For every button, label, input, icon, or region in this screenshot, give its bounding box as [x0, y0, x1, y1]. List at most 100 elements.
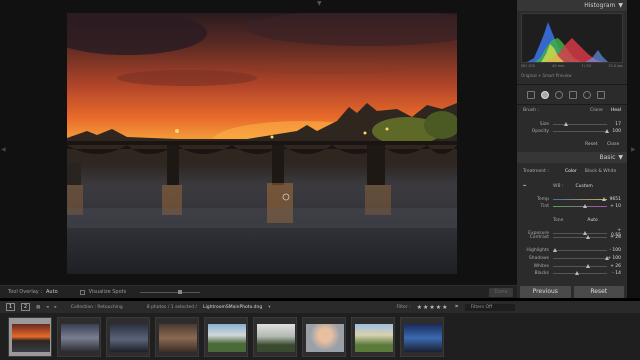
tone-slider-track[interactable]	[553, 235, 607, 239]
opacity-value[interactable]: 100	[607, 129, 621, 134]
histogram-collapse-icon[interactable]: ▼	[618, 2, 623, 9]
tone-slider-knob[interactable]	[604, 256, 609, 260]
temp-slider[interactable]	[553, 197, 607, 201]
done-button[interactable]: Done	[489, 288, 513, 297]
tint-value[interactable]: + 10	[607, 204, 621, 209]
visualize-spots-checkbox[interactable]	[79, 289, 85, 295]
filmstrip-thumb[interactable]	[400, 317, 444, 357]
brush-close-button[interactable]: Close	[607, 142, 619, 147]
filter-label: Filter :	[396, 304, 411, 310]
grid-view-icon[interactable]: ▦	[36, 305, 40, 310]
radial-filter-icon[interactable]	[583, 91, 591, 99]
previous-button[interactable]: Previous	[520, 286, 571, 298]
histogram-header[interactable]: Histogram ▼	[517, 0, 627, 11]
tint-slider[interactable]	[553, 204, 607, 208]
temp-label: Temp	[537, 197, 549, 202]
nav-back-icon[interactable]: ◂	[46, 305, 48, 310]
basic-header[interactable]: Basic ▼	[517, 152, 627, 163]
tone-slider-value[interactable]: - 14	[607, 271, 621, 276]
filename-dropdown-icon[interactable]: ▾	[268, 305, 270, 310]
tone-slider-track[interactable]	[553, 256, 609, 260]
treatment-bw-option[interactable]: Black & White	[585, 169, 617, 174]
tone-row: Tone Auto	[523, 218, 621, 223]
tone-slider-knob[interactable]	[586, 235, 591, 239]
thumb-image	[404, 324, 442, 352]
main-photo[interactable]	[67, 13, 457, 274]
photo-scene	[67, 13, 457, 228]
exif-aperture: f / 20	[581, 64, 591, 68]
tone-slider-row: Blacks - 14	[523, 271, 621, 276]
basic-collapse-icon[interactable]: ▼	[618, 154, 623, 161]
temp-slider-knob[interactable]	[601, 197, 606, 201]
tone-slider-track[interactable]	[553, 264, 607, 268]
filmstrip-thumb[interactable]	[57, 317, 101, 357]
tone-slider-knob[interactable]	[582, 230, 587, 235]
size-slider[interactable]	[553, 122, 607, 126]
right-panel-toggle-icon[interactable]: ▶	[631, 146, 636, 153]
tone-slider-track[interactable]	[553, 230, 607, 235]
thumb-image	[159, 324, 197, 352]
rating-filter-stars[interactable]: ★★★★★	[417, 304, 449, 311]
tone-auto-button[interactable]: Auto	[587, 218, 597, 223]
tone-slider-value[interactable]: + 28	[607, 235, 621, 240]
filter-preset-select[interactable]: Filters Off	[464, 303, 515, 311]
opacity-slider-knob[interactable]	[604, 129, 609, 133]
opacity-slider[interactable]	[553, 129, 609, 133]
tone-slider-label: Highlights	[526, 248, 549, 253]
tone-slider-track[interactable]	[553, 271, 607, 275]
filmstrip-header: 1 2 ▦ ◂ ▸ Collection : Retouching 8 phot…	[0, 301, 640, 313]
filmstrip-thumb[interactable]	[351, 317, 395, 357]
heal-option[interactable]: Heal	[611, 108, 621, 113]
histogram-title: Histogram	[584, 2, 616, 9]
eyedropper-icon[interactable]: ✒	[523, 184, 537, 189]
filmstrip-thumb[interactable]	[106, 317, 150, 357]
develop-right-panel: Histogram ▼ ISO 100 40 mm f / 20 13.0 se…	[517, 0, 627, 298]
flag-filter-icon[interactable]: ⚑	[455, 305, 459, 310]
temp-value[interactable]: 9651	[607, 197, 621, 202]
tool-overlay-label: Tool Overlay :	[8, 289, 43, 295]
tint-slider-knob[interactable]	[582, 204, 587, 208]
tone-slider-track[interactable]	[553, 248, 607, 252]
size-slider-knob[interactable]	[563, 122, 568, 126]
filmstrip-thumb[interactable]	[302, 317, 346, 357]
tone-slider-value[interactable]: + 26	[607, 264, 621, 269]
graduated-filter-icon[interactable]	[569, 91, 577, 99]
wb-select[interactable]: Custom	[575, 184, 592, 189]
visualize-spots-slider[interactable]	[140, 289, 201, 294]
histogram-exif: ISO 100 40 mm f / 20 13.0 sec	[521, 64, 623, 68]
exif-shutter: 13.0 sec	[608, 64, 623, 68]
tone-slider-value[interactable]: - 100	[607, 248, 621, 253]
selected-filename[interactable]: LightroomSMainPhoto.dng	[203, 305, 262, 310]
spot-removal-tool-icon[interactable]	[541, 91, 549, 99]
opacity-label: Opacity	[531, 129, 549, 134]
size-value[interactable]: 17	[607, 122, 621, 127]
visualize-spots-label: Visualize Spots	[88, 289, 127, 295]
filmstrip-thumb[interactable]	[253, 317, 297, 357]
filmstrip-thumb[interactable]	[155, 317, 199, 357]
second-window-button[interactable]: 2	[21, 303, 30, 311]
collection-name[interactable]: Collection : Retouching	[71, 305, 123, 310]
crop-tool-icon[interactable]	[527, 91, 535, 99]
clone-option[interactable]: Clone	[590, 108, 603, 113]
tone-slider-knob[interactable]	[585, 264, 590, 268]
adjustment-brush-icon[interactable]	[597, 91, 605, 99]
treatment-label: Treatment :	[523, 169, 549, 174]
main-window-button[interactable]: 1	[6, 303, 15, 311]
thumb-image	[257, 324, 295, 352]
top-panel-toggle-icon[interactable]: ▼	[317, 0, 322, 7]
left-panel-toggle-icon[interactable]: ◀	[1, 146, 6, 153]
brush-reset-button[interactable]: Reset	[585, 142, 598, 147]
tone-slider-value[interactable]: + 100	[607, 256, 621, 261]
red-eye-tool-icon[interactable]	[555, 91, 563, 99]
divider	[517, 84, 627, 85]
reset-button[interactable]: Reset	[573, 286, 624, 298]
filmstrip-thumb[interactable]	[8, 317, 52, 357]
tone-slider-knob[interactable]	[575, 271, 580, 275]
filmstrip	[0, 313, 640, 360]
nav-forward-icon[interactable]: ▸	[55, 305, 57, 310]
tone-slider-knob[interactable]	[553, 248, 557, 252]
tool-overlay-select[interactable]: Auto	[46, 289, 58, 295]
treatment-color-option[interactable]: Color	[565, 169, 577, 174]
photo-count: 8 photos / 1 selected /	[146, 304, 198, 310]
filmstrip-thumb[interactable]	[204, 317, 248, 357]
